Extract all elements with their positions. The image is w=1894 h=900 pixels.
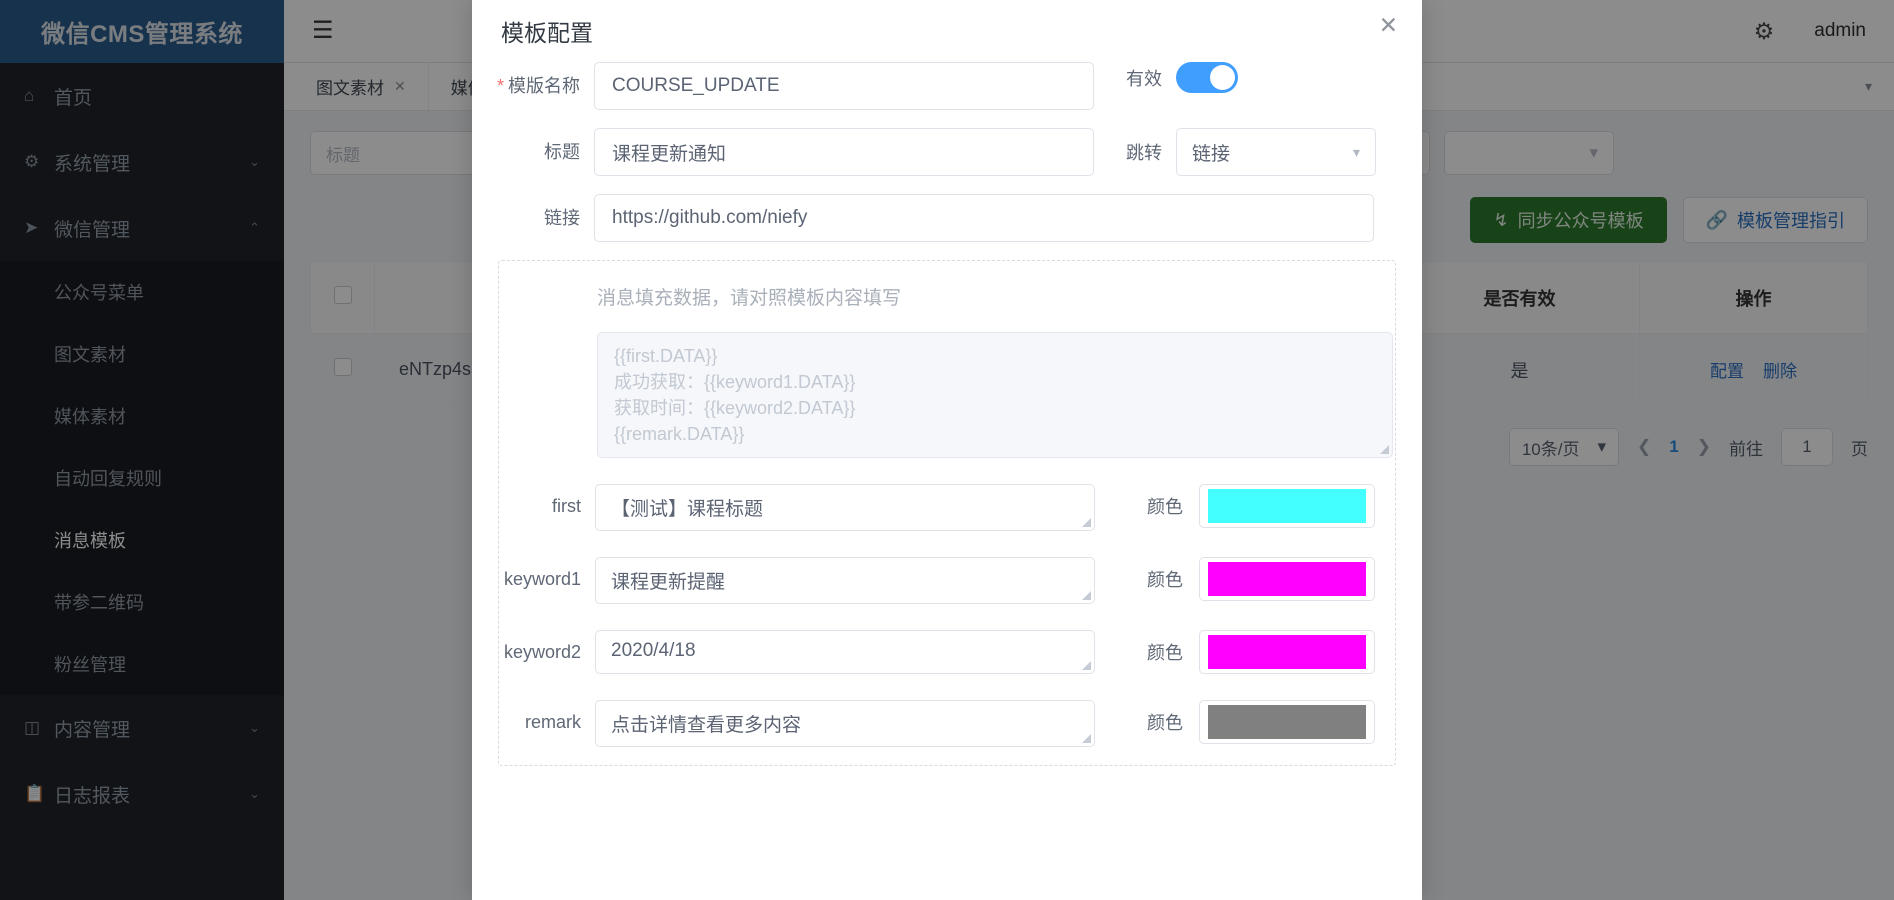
color-picker-group: 颜色 <box>1147 484 1375 528</box>
color-swatch <box>1208 635 1366 669</box>
data-value-textarea[interactable]: 点击详情查看更多内容 <box>595 700 1095 747</box>
jump-select-value: 链接 <box>1192 139 1230 166</box>
data-value-textarea[interactable]: 课程更新提醒 <box>595 557 1095 604</box>
color-label: 颜色 <box>1147 709 1183 735</box>
color-picker[interactable] <box>1199 700 1375 744</box>
data-row-keyword2: keyword2 2020/4/18 颜色 <box>499 630 1395 674</box>
data-value-textarea[interactable]: 2020/4/18 <box>595 630 1095 674</box>
color-picker-group: 颜色 <box>1147 630 1375 674</box>
chevron-down-icon: ▾ <box>1353 144 1360 161</box>
form-row-title: 标题 课程更新通知 跳转 链接 ▾ <box>472 128 1396 176</box>
jump-label: 跳转 <box>1126 139 1162 165</box>
link-input[interactable]: https://github.com/niefy <box>594 194 1374 242</box>
data-row-first: first 【测试】课程标题 颜色 <box>499 484 1395 531</box>
color-picker-group: 颜色 <box>1147 700 1375 744</box>
data-row-remark: remark 点击详情查看更多内容 颜色 <box>499 700 1395 747</box>
color-label: 颜色 <box>1147 639 1183 665</box>
color-swatch <box>1208 489 1366 523</box>
link-label: 链接 <box>472 194 594 242</box>
template-name-input[interactable]: COURSE_UPDATE <box>594 62 1094 110</box>
close-icon[interactable]: ✕ <box>1379 14 1398 37</box>
template-config-modal: 模板配置 ✕ 模版名称 COURSE_UPDATE 有效 标题 课程更新通知 跳… <box>472 0 1422 900</box>
color-label: 颜色 <box>1147 566 1183 592</box>
color-picker[interactable] <box>1199 484 1375 528</box>
title-input[interactable]: 课程更新通知 <box>594 128 1094 176</box>
color-picker[interactable] <box>1199 630 1375 674</box>
link-control: https://github.com/niefy <box>594 194 1374 242</box>
jump-group: 跳转 链接 ▾ <box>1126 128 1376 176</box>
message-data-panel: 消息填充数据，请对照模板内容填写 {{first.DATA}} 成功获取：{{k… <box>498 260 1396 766</box>
data-key-label: keyword1 <box>499 557 595 601</box>
modal-body: 模版名称 COURSE_UPDATE 有效 标题 课程更新通知 跳转 链接 ▾ <box>472 62 1422 776</box>
color-label: 颜色 <box>1147 493 1183 519</box>
template-name-label: 模版名称 <box>472 62 594 110</box>
valid-toggle-group: 有效 <box>1126 62 1238 93</box>
data-value-textarea[interactable]: 【测试】课程标题 <box>595 484 1095 531</box>
template-name-control: COURSE_UPDATE <box>594 62 1094 110</box>
message-data-hint: 消息填充数据，请对照模板内容填写 <box>499 283 1395 310</box>
valid-toggle[interactable] <box>1176 62 1238 93</box>
form-row-link: 链接 https://github.com/niefy <box>472 194 1396 242</box>
modal-header: 模板配置 ✕ <box>472 0 1422 62</box>
form-row-name: 模版名称 COURSE_UPDATE 有效 <box>472 62 1396 110</box>
title-control: 课程更新通知 <box>594 128 1094 176</box>
valid-label: 有效 <box>1126 65 1162 91</box>
color-swatch <box>1208 705 1366 739</box>
data-key-label: keyword2 <box>499 630 595 674</box>
data-key-label: first <box>499 484 595 528</box>
title-label: 标题 <box>472 128 594 176</box>
color-picker-group: 颜色 <box>1147 557 1375 601</box>
jump-select[interactable]: 链接 ▾ <box>1176 128 1376 176</box>
color-picker[interactable] <box>1199 557 1375 601</box>
data-row-keyword1: keyword1 课程更新提醒 颜色 <box>499 557 1395 604</box>
color-swatch <box>1208 562 1366 596</box>
template-content-preview[interactable]: {{first.DATA}} 成功获取：{{keyword1.DATA}} 获取… <box>597 332 1393 458</box>
modal-title: 模板配置 <box>501 14 593 48</box>
data-key-label: remark <box>499 700 595 744</box>
